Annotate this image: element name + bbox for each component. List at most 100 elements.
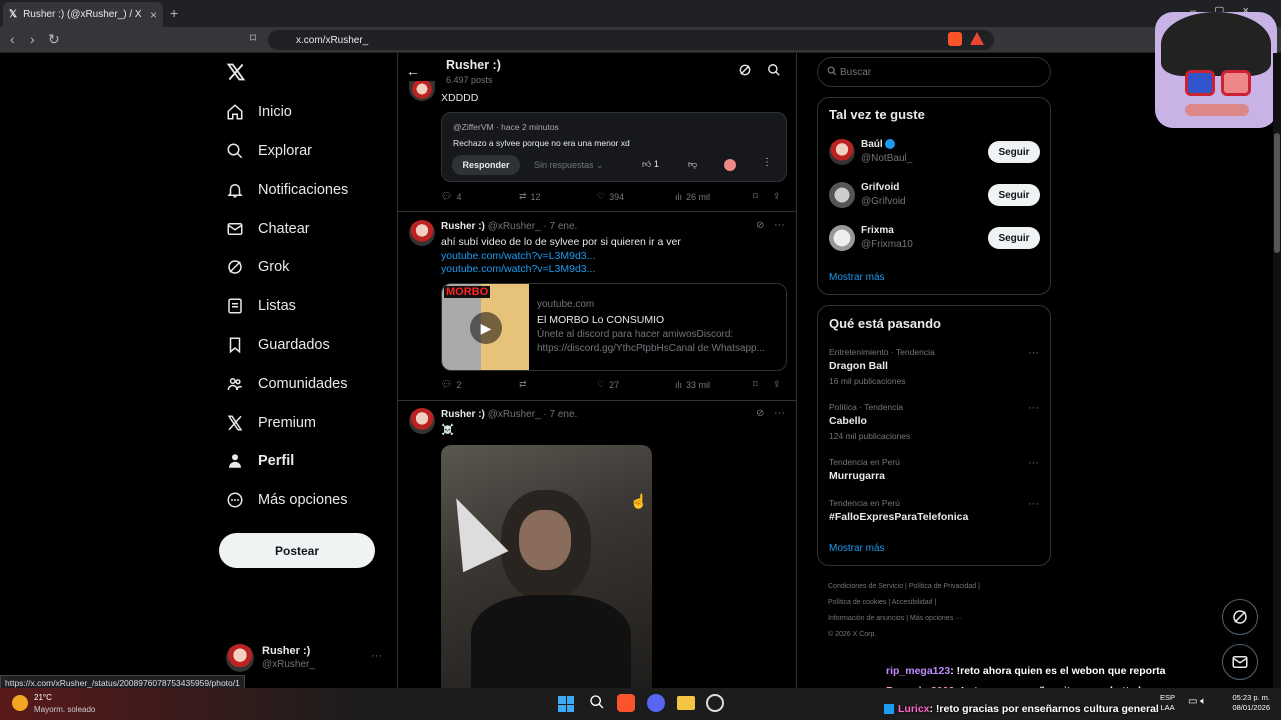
nav-explorar[interactable]: Explorar: [226, 136, 312, 166]
trend-more-icon[interactable]: ···: [1028, 498, 1039, 510]
trend-more-icon[interactable]: ···: [1028, 402, 1039, 414]
trend-more-icon[interactable]: ···: [1028, 347, 1039, 359]
reply-button[interactable]: Responder: [452, 155, 520, 175]
youtube-link-2[interactable]: youtube.com/watch?v=L3M9d3...: [441, 263, 595, 275]
follow-button[interactable]: Seguir: [988, 184, 1040, 206]
footer-link[interactable]: Más opciones ···: [910, 615, 962, 622]
post-more-icon[interactable]: ···: [774, 219, 785, 231]
nav-label: Chatear: [258, 221, 310, 237]
views-action[interactable]: ılı 26 mil: [675, 191, 753, 202]
repost-action[interactable]: ⇄: [519, 379, 597, 390]
account-avatar[interactable]: [226, 644, 254, 672]
link-preview-card[interactable]: MORBO ▶ youtube.com El MORBO Lo CONSUMIO…: [441, 283, 787, 371]
brave-rewards-icon[interactable]: [970, 32, 984, 45]
obs-taskbar-icon[interactable]: [706, 694, 724, 712]
follow-button[interactable]: Seguir: [988, 227, 1040, 249]
reply-action[interactable]: 💬︎ 2: [441, 379, 519, 390]
post-more-icon[interactable]: ···: [774, 407, 785, 419]
trend-name[interactable]: Dragon Ball: [829, 360, 888, 372]
grok-float-button[interactable]: [1222, 599, 1258, 635]
nav-notificaciones[interactable]: Notificaciones: [226, 175, 348, 205]
trend-name[interactable]: Murrugarra: [829, 470, 885, 482]
footer-link[interactable]: Accesibilidad: [892, 599, 933, 606]
footer-link[interactable]: Condiciones de Servicio: [828, 583, 903, 590]
trend-name[interactable]: Cabello: [829, 415, 867, 427]
trend-name[interactable]: #FalloExpresParaTelefonica: [829, 511, 968, 523]
nav-grok[interactable]: Grok: [226, 252, 289, 282]
nav-comunidades[interactable]: Comunidades: [226, 369, 347, 399]
trend-more-icon[interactable]: ···: [1028, 457, 1039, 469]
nav-inicio[interactable]: Inicio: [226, 97, 292, 127]
show-more-link[interactable]: Mostrar más: [829, 272, 885, 283]
copyright: © 2026 X Corp.: [828, 631, 877, 638]
post-button[interactable]: Postear: [219, 533, 375, 568]
share-action[interactable]: ⇪: [773, 191, 781, 202]
taskbar-search-icon[interactable]: [589, 694, 605, 710]
follow-button[interactable]: Seguir: [988, 141, 1040, 163]
brave-taskbar-icon[interactable]: [617, 694, 635, 712]
like-action[interactable]: ♡ 27: [597, 379, 675, 390]
thumbs-down-icon[interactable]: 👎︎: [688, 159, 697, 170]
back-arrow-icon[interactable]: ←: [406, 63, 420, 79]
windows-start-icon[interactable]: [558, 696, 574, 712]
new-tab-icon[interactable]: +: [170, 5, 178, 21]
close-tab-icon[interactable]: ×: [150, 8, 157, 22]
clock[interactable]: 05:23 p. m. 08/01/2026: [1222, 693, 1270, 713]
like-action[interactable]: ♡ 394: [597, 191, 675, 202]
suggest-avatar[interactable]: [829, 139, 855, 165]
messages-float-button[interactable]: [1222, 644, 1258, 680]
post-avatar[interactable]: [409, 220, 435, 246]
card-desc-2: https://discord.gg/YthcPtpbHsCanal de Wh…: [537, 343, 765, 354]
share-action[interactable]: ⇪: [773, 379, 781, 390]
bookmark-icon[interactable]: ⌑: [250, 31, 256, 45]
nav-chatear[interactable]: Chatear: [226, 214, 310, 244]
views-action[interactable]: ılı 33 mil: [675, 379, 753, 390]
reload-icon[interactable]: ↻: [48, 31, 60, 48]
url-field[interactable]: x.com/xRusher_: [268, 30, 994, 50]
search-header-icon[interactable]: [767, 63, 781, 77]
weather-icon[interactable]: [12, 695, 28, 711]
thumbs-up-icon[interactable]: 👍︎ 1: [642, 159, 659, 170]
bookmark-action[interactable]: ⌑: [753, 191, 773, 202]
footer-link[interactable]: Política de Privacidad: [909, 583, 976, 590]
repost-action[interactable]: ⇄ 12: [519, 191, 597, 202]
grok-explain-icon[interactable]: ⊘: [756, 220, 764, 231]
search-input[interactable]: Buscar: [817, 57, 1051, 87]
footer-link[interactable]: Política de cookies: [828, 599, 886, 606]
brave-shield-icon[interactable]: [948, 32, 962, 46]
scrollbar[interactable]: [1273, 53, 1281, 688]
grok-header-icon[interactable]: [738, 63, 752, 77]
trends-show-more-link[interactable]: Mostrar más: [829, 543, 885, 554]
nav-guardados[interactable]: Guardados: [226, 330, 330, 360]
footer-link[interactable]: Información de anuncios: [828, 615, 904, 622]
nav-premium[interactable]: Premium: [226, 408, 316, 438]
more-icon[interactable]: ⋮: [762, 157, 772, 168]
post-text: ahí subí video de lo de sylvee por si qu…: [441, 236, 681, 248]
bookmark-action[interactable]: ⌑: [753, 379, 773, 390]
system-tray-icons[interactable]: ▭ 🔈︎: [1188, 696, 1206, 707]
youtube-link-1[interactable]: youtube.com/watch?v=L3M9d3...: [441, 250, 595, 262]
quoted-comment-card[interactable]: @ZifferVM · hace 2 minutos Rechazo a syl…: [441, 112, 787, 182]
account-menu-icon[interactable]: ···: [371, 650, 382, 662]
language-indicator[interactable]: ESP LAA: [1160, 693, 1175, 713]
forward-icon[interactable]: ›: [30, 31, 35, 47]
scrollbar-thumb[interactable]: [1274, 133, 1280, 253]
suggest-name: Baúl: [861, 139, 896, 150]
no-replies-dropdown[interactable]: Sin respuestas ⌄: [534, 160, 604, 171]
nav-listas[interactable]: Listas: [226, 291, 296, 321]
play-icon[interactable]: ▶: [470, 312, 502, 344]
post-avatar[interactable]: [409, 81, 435, 101]
browser-tab[interactable]: 𝕏 Rusher :) (@xRusher_) / X ×: [3, 2, 163, 27]
reply-action[interactable]: 💬︎ 4: [441, 191, 519, 202]
suggest-avatar[interactable]: [829, 225, 855, 251]
nav-perfil[interactable]: Perfil: [226, 446, 294, 476]
post-avatar[interactable]: [409, 408, 435, 434]
back-icon[interactable]: ‹: [10, 31, 15, 47]
x-logo-icon[interactable]: [226, 62, 246, 82]
grok-explain-icon[interactable]: ⊘: [756, 408, 764, 419]
nav-mas-opciones[interactable]: Más opciones: [226, 485, 347, 515]
file-explorer-icon[interactable]: [677, 696, 695, 710]
discord-taskbar-icon[interactable]: [647, 694, 665, 712]
suggest-avatar[interactable]: [829, 182, 855, 208]
post-photo[interactable]: [441, 445, 652, 688]
